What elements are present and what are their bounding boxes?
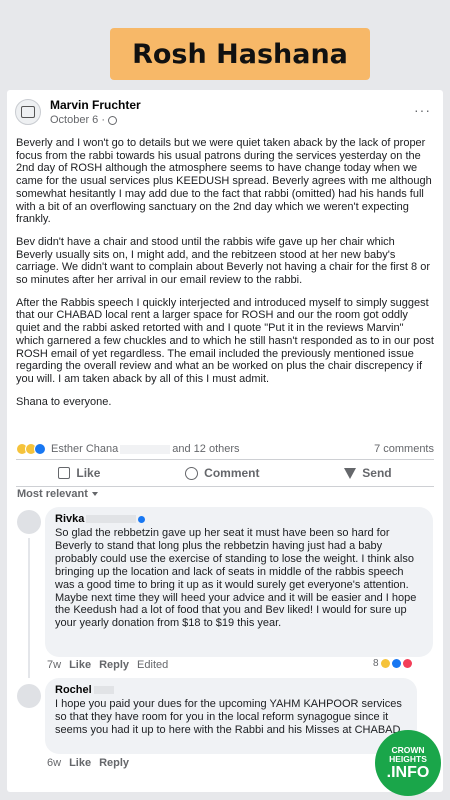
send-button[interactable]: Send	[344, 466, 392, 480]
reaction-icons	[16, 443, 46, 455]
more-options-icon[interactable]: ···	[414, 102, 431, 118]
comment-text: So glad the rebbetzin gave up her seat i…	[55, 527, 417, 630]
comment-reply-button[interactable]: Reply	[99, 659, 129, 671]
comment-icon	[185, 466, 199, 480]
thread-line	[28, 538, 30, 678]
blurred-region	[86, 515, 137, 523]
commenter-name-text: Rivka	[55, 513, 85, 525]
haha-reaction-icon	[380, 659, 390, 668]
post-header: Marvin Fruchter October 6 ·	[15, 98, 141, 126]
comment-reaction-count: 8	[373, 658, 379, 669]
post-paragraph: After the Rabbis speech I quickly interj…	[16, 296, 434, 385]
facebook-post-card: Marvin Fruchter October 6 · ··· Beverly …	[7, 90, 443, 792]
comment-bubble: Rivka So glad the rebbetzin gave up her …	[45, 507, 433, 657]
globe-icon	[108, 115, 118, 125]
title-banner: Rosh Hashana	[110, 28, 370, 80]
post-paragraph: Beverly and I won't go to details but we…	[16, 137, 432, 226]
like-reaction-icon	[391, 659, 401, 668]
reactions-summary[interactable]: Esther Chana and 12 others 7 comments	[16, 441, 434, 457]
comments-count[interactable]: 7 comments	[374, 443, 434, 455]
comment-meta: 6w Like Reply	[47, 757, 129, 769]
send-icon	[344, 467, 357, 479]
commenter-name[interactable]: Rivka	[55, 513, 423, 525]
comment-bubble: Rochel I hope you paid your dues for the…	[45, 678, 417, 754]
post-body: Beverly and I won't go to details but we…	[16, 137, 434, 418]
post-paragraph: Bev didn't have a chair and stood until …	[16, 235, 430, 287]
blurred-region	[93, 686, 114, 694]
post-date-text: October 6 ·	[50, 114, 106, 126]
edited-label: Edited	[137, 659, 169, 671]
like-label: Like	[76, 466, 101, 480]
comment-text: I hope you paid your dues for the upcomi…	[55, 698, 402, 736]
sort-label: Most relevant	[17, 488, 88, 500]
commenter-name[interactable]: Rochel	[55, 684, 407, 696]
comment-like-button[interactable]: Like	[69, 659, 91, 671]
crown-heights-logo: CROWN HEIGHTS .INFO	[375, 730, 441, 796]
reactors-others: and 12 others	[172, 443, 240, 455]
author-block: Marvin Fruchter October 6 ·	[50, 98, 141, 126]
commenter-name-text: Rochel	[55, 684, 92, 696]
comment-time[interactable]: 6w	[47, 757, 61, 769]
blurred-region	[120, 444, 171, 454]
page-title: Rosh Hashana	[132, 38, 348, 70]
sort-dropdown[interactable]: Most relevant	[17, 488, 98, 500]
avatar[interactable]	[17, 510, 41, 534]
comment-reactions[interactable]: 8	[373, 658, 412, 669]
divider	[16, 459, 434, 460]
avatar[interactable]	[17, 684, 41, 708]
like-button[interactable]: Like	[58, 466, 100, 480]
avatar[interactable]	[15, 99, 41, 125]
comment-reply-button[interactable]: Reply	[99, 757, 129, 769]
chevron-down-icon	[91, 492, 98, 497]
thumbs-up-icon	[58, 467, 71, 479]
avatar-placeholder-icon	[21, 106, 35, 118]
action-bar: Like Comment Send	[16, 462, 434, 484]
love-reaction-icon	[402, 659, 412, 668]
logo-text: .INFO	[386, 763, 430, 781]
logo-text: HEIGHTS	[389, 753, 427, 764]
comment-meta: 7w Like Reply Edited	[47, 659, 168, 671]
send-label: Send	[362, 466, 392, 480]
comment-time[interactable]: 7w	[47, 659, 61, 671]
post-date[interactable]: October 6 ·	[50, 114, 141, 126]
comment-label: Comment	[204, 466, 260, 480]
verified-badge-icon	[138, 515, 146, 523]
author-name[interactable]: Marvin Fruchter	[50, 98, 141, 112]
reactor-name: Esther Chana	[51, 443, 119, 455]
comment-button[interactable]: Comment	[185, 466, 260, 480]
comment-like-button[interactable]: Like	[69, 757, 91, 769]
post-paragraph: Shana to everyone.	[16, 395, 112, 408]
divider	[16, 486, 434, 487]
like-reaction-icon	[34, 443, 46, 455]
